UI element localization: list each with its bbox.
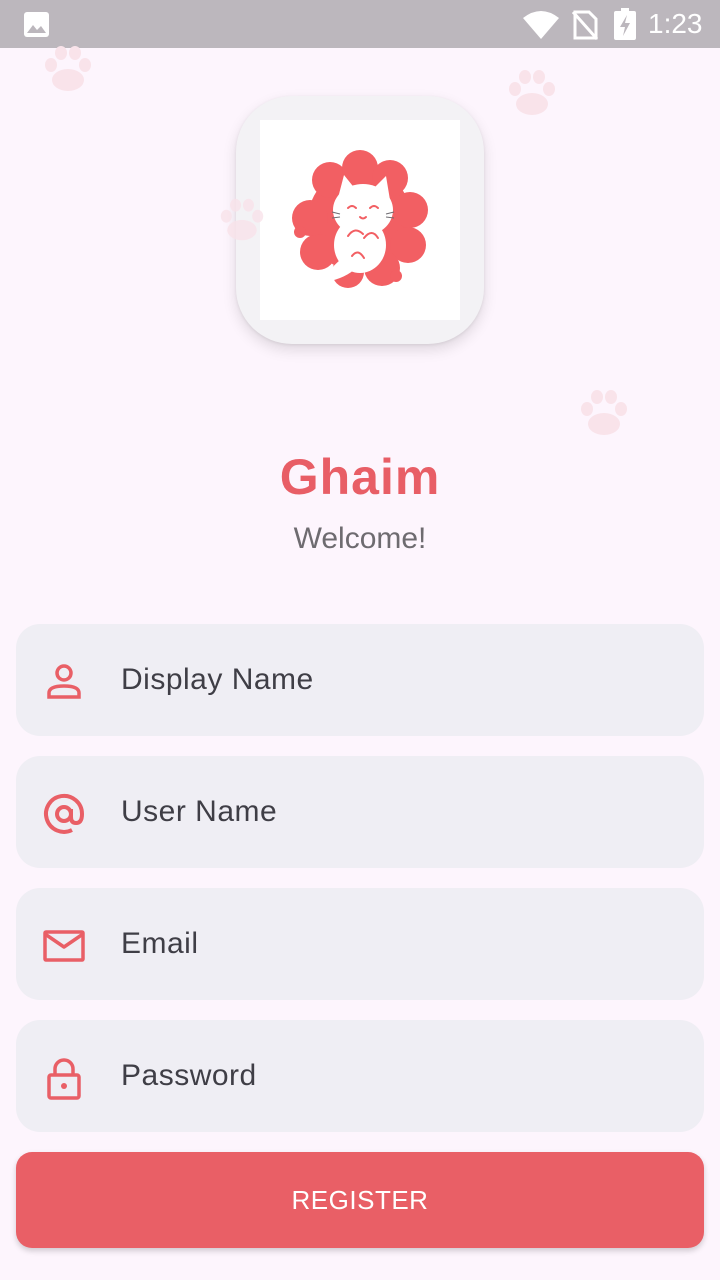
user-name-placeholder: User Name xyxy=(121,795,278,828)
status-time: 1:23 xyxy=(648,8,703,39)
mail-icon xyxy=(43,930,85,962)
paw-icon xyxy=(509,70,555,115)
display-name-placeholder: Display Name xyxy=(121,663,314,696)
user-name-field[interactable]: User Name xyxy=(16,756,704,868)
email-placeholder: Email xyxy=(121,927,199,960)
welcome-subtitle: Welcome! xyxy=(293,522,427,555)
paw-icon xyxy=(581,390,627,435)
cat-logo-icon xyxy=(292,150,428,288)
app-logo-card xyxy=(236,96,484,344)
at-icon xyxy=(44,793,85,834)
register-button[interactable]: REGISTER xyxy=(16,1152,704,1248)
display-name-field[interactable]: Display Name xyxy=(16,624,704,736)
no-sim-icon xyxy=(572,10,598,40)
gallery-icon xyxy=(24,12,49,37)
password-placeholder: Password xyxy=(121,1059,257,1092)
battery-charging-icon xyxy=(614,8,636,40)
lock-icon xyxy=(47,1058,81,1100)
person-icon xyxy=(47,664,81,699)
wifi-icon xyxy=(523,11,559,39)
email-field[interactable]: Email xyxy=(16,888,704,1000)
paw-icon xyxy=(45,46,91,91)
app-title: Ghaim xyxy=(279,449,441,505)
paw-icon xyxy=(220,198,264,241)
app-logo xyxy=(260,120,460,320)
status-bar: 1:23 xyxy=(0,0,720,48)
password-field[interactable]: Password xyxy=(16,1020,704,1132)
